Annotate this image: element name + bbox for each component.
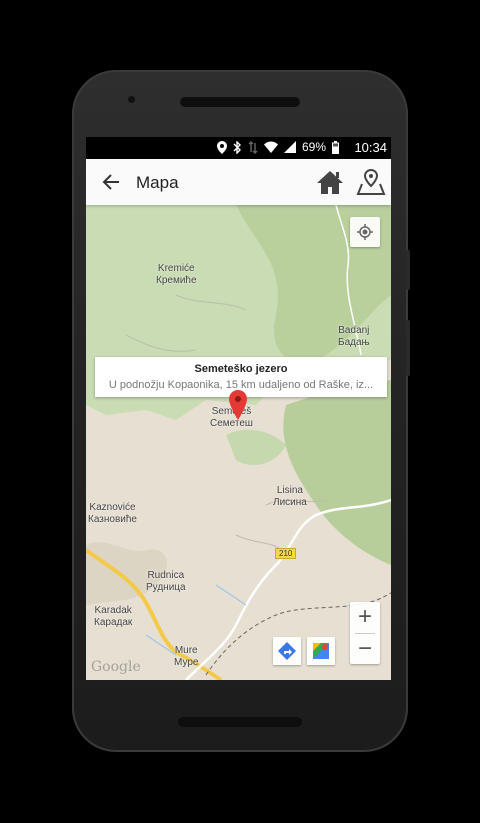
place-name-latin: Mure (174, 645, 198, 656)
arrow-left-icon[interactable] (100, 171, 122, 193)
place-name-cyrillic: Кремиће (156, 275, 197, 286)
place-name-cyrillic: Бадањ (338, 337, 370, 348)
status-icons: 69% (216, 140, 339, 154)
map-route-icon[interactable] (356, 168, 386, 196)
open-in-maps-button[interactable] (307, 637, 335, 665)
screen: 69% 10:34 Mapa Kremiće Кремиће Badanj Ба… (86, 137, 391, 680)
bluetooth-icon (233, 140, 241, 154)
volume-button (406, 320, 410, 376)
info-title: Semeteško jezero (194, 363, 288, 375)
google-attribution: Google (91, 659, 141, 675)
directions-button[interactable] (273, 637, 301, 665)
location-icon (216, 140, 227, 154)
map-view[interactable]: Kremiće Кремиће Badanj Бадањ Semeteš Сем… (86, 205, 391, 680)
place-name-cyrillic: Лисина (273, 497, 307, 508)
place-label-mure: Mure Муре (174, 645, 198, 669)
earpiece-speaker (180, 97, 300, 107)
place-label-kremice: Kremiće Кремиће (156, 263, 197, 287)
signal-icon (283, 141, 296, 153)
place-name-cyrillic: Казновиће (88, 514, 137, 525)
directions-icon (278, 642, 296, 660)
zoom-out-button[interactable]: − (350, 634, 380, 664)
zoom-controls: + − (350, 602, 380, 664)
place-name-cyrillic: Муре (174, 657, 199, 668)
place-label-badanj: Badanj Бадањ (338, 325, 370, 349)
front-camera (128, 96, 135, 103)
app-bar: Mapa (86, 159, 391, 205)
my-location-button[interactable] (350, 217, 380, 247)
place-name-latin: Badanj (338, 325, 370, 336)
place-label-lisina: Lisina Лисина (273, 485, 307, 509)
battery-icon (332, 140, 339, 154)
zoom-in-button[interactable]: + (350, 602, 380, 632)
home-icon[interactable] (315, 168, 345, 196)
place-name-latin: Rudnica (147, 570, 185, 581)
power-button (406, 250, 410, 290)
status-time: 10:34 (354, 140, 387, 155)
place-label-karadak: Karadak Карадак (94, 605, 132, 629)
place-name-latin: Karadak (94, 605, 132, 616)
crosshair-icon (357, 224, 373, 240)
road-number-shield: 210 (275, 548, 297, 559)
page-title: Mapa (136, 173, 179, 192)
place-label-kaznovice: Kaznoviće Казновиће (88, 502, 137, 526)
place-name-cyrillic: Рудница (146, 582, 186, 593)
wifi-icon (263, 141, 278, 153)
status-bar: 69% 10:34 (86, 137, 391, 159)
battery-percent: 69% (301, 140, 326, 154)
place-name-latin: Kremiće (157, 263, 195, 274)
place-name-latin: Lisina (276, 485, 303, 496)
data-transfer-icon (248, 140, 258, 154)
map-pin-icon[interactable] (229, 390, 247, 420)
google-maps-icon (313, 643, 329, 659)
place-name-cyrillic: Карадак (94, 617, 133, 628)
place-name-latin: Kaznoviće (89, 502, 136, 513)
bottom-speaker (178, 717, 302, 727)
place-label-rudnica: Rudnica Рудница (146, 570, 186, 594)
